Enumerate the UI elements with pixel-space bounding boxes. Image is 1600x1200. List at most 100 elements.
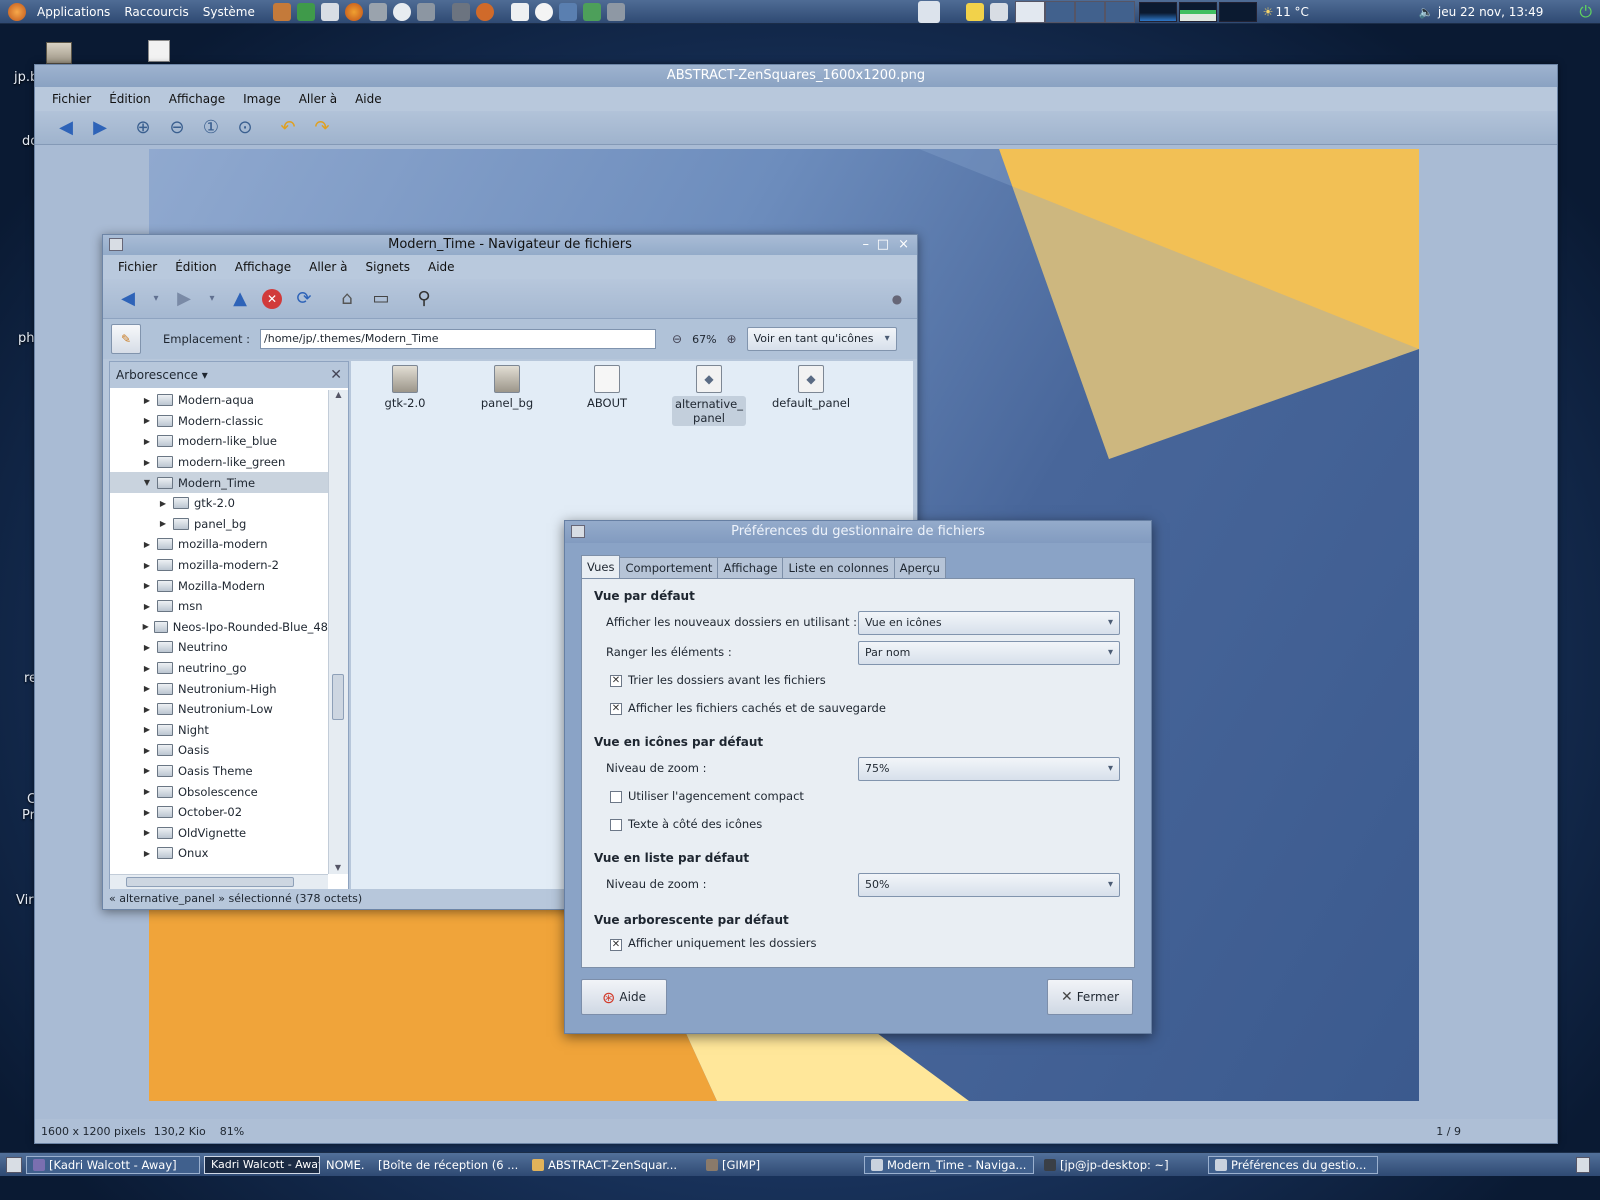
back-icon[interactable]: ◀: [116, 287, 140, 311]
zoom-fit-icon[interactable]: ⊙: [233, 116, 257, 140]
compact-layout-checkbox[interactable]: [610, 791, 622, 803]
file-item[interactable]: gtk-2.0: [365, 365, 445, 410]
tree-horizontal-scrollbar[interactable]: [110, 874, 328, 890]
expander-closed-icon[interactable]: ▶: [156, 499, 170, 508]
minimize-icon[interactable]: –: [863, 235, 870, 255]
zoom-in-icon[interactable]: ⊕: [727, 332, 737, 346]
menu-aide[interactable]: Aide: [419, 260, 464, 274]
expander-closed-icon[interactable]: ▶: [140, 416, 154, 425]
text-beside-icons-label[interactable]: Texte à côté des icônes: [628, 817, 762, 831]
expander-closed-icon[interactable]: ▶: [140, 437, 154, 446]
tree-row[interactable]: ▶ Oasis: [110, 740, 328, 761]
tree-vertical-scrollbar[interactable]: ▲ ▼: [328, 390, 348, 874]
tree-row[interactable]: ▶ modern-like_blue: [110, 431, 328, 452]
up-icon[interactable]: ▲: [228, 287, 252, 311]
zoom-normal-icon[interactable]: ①: [199, 116, 223, 140]
taskbar-item[interactable]: [jp@jp-desktop: ~]: [1038, 1156, 1204, 1174]
gimp-launcher-icon[interactable]: [272, 2, 291, 21]
close-icon[interactable]: ×: [898, 235, 909, 255]
tab-liste-colonnes[interactable]: Liste en colonnes: [782, 557, 895, 579]
tree-row[interactable]: ▶ Mozilla-Modern: [110, 575, 328, 596]
zoom-out-icon[interactable]: ⊖: [672, 332, 682, 346]
tree-row[interactable]: ▶ Onux: [110, 843, 328, 864]
folders-first-checkbox[interactable]: ✕: [610, 675, 622, 687]
taskbar-item[interactable]: [Boîte de réception (6 ...: [368, 1156, 522, 1174]
expander-closed-icon[interactable]: ▶: [140, 396, 154, 405]
applications-menu[interactable]: Applications: [30, 5, 117, 19]
expander-closed-icon[interactable]: ▶: [140, 828, 154, 837]
clock[interactable]: jeu 22 nov, 13:49: [1438, 5, 1543, 19]
menu-aller[interactable]: Aller à: [290, 92, 346, 106]
expander-closed-icon[interactable]: ▶: [140, 808, 154, 817]
list-zoom-select[interactable]: 50%: [858, 873, 1120, 897]
icon-zoom-select[interactable]: 75%: [858, 757, 1120, 781]
notes-applet-icon[interactable]: [965, 2, 984, 21]
menu-affichage[interactable]: Affichage: [226, 260, 300, 274]
media-launcher-icon[interactable]: [475, 2, 494, 21]
menu-edition[interactable]: Édition: [100, 92, 160, 106]
clipboard-applet-icon[interactable]: [989, 2, 1008, 21]
weather-launcher-icon[interactable]: [320, 2, 339, 21]
distro-logo-icon[interactable]: [8, 2, 26, 21]
tree-row[interactable]: ▶ mozilla-modern: [110, 534, 328, 555]
location-toggle-icon[interactable]: ✎: [111, 324, 141, 354]
show-desktop-icon[interactable]: [6, 1156, 22, 1173]
mail-launcher-icon[interactable]: [368, 2, 387, 21]
back-icon[interactable]: ◀: [54, 116, 78, 140]
expander-closed-icon[interactable]: ▶: [140, 458, 154, 467]
computer-icon[interactable]: ▭: [369, 287, 393, 311]
weather-temp[interactable]: 11 °C: [1275, 5, 1308, 19]
expander-closed-icon[interactable]: ▶: [140, 766, 154, 775]
tab-vues[interactable]: Vues: [581, 555, 621, 579]
menu-aller[interactable]: Aller à: [300, 260, 356, 274]
sort-order-select[interactable]: Par nom: [858, 641, 1120, 665]
cpu-monitor-graph[interactable]: [1138, 1, 1177, 22]
system-menu[interactable]: Système: [196, 5, 262, 19]
expander-closed-icon[interactable]: ▶: [140, 684, 154, 693]
back-history-icon[interactable]: ▾: [150, 287, 162, 311]
expander-closed-icon[interactable]: ▶: [140, 643, 154, 652]
speech-launcher-icon[interactable]: [534, 2, 553, 21]
expander-closed-icon[interactable]: ▶: [140, 787, 154, 796]
text-beside-icons-checkbox[interactable]: [610, 819, 622, 831]
monitor-launcher-icon[interactable]: [296, 2, 315, 21]
places-menu[interactable]: Raccourcis: [117, 5, 195, 19]
tree-row[interactable]: ▶ Neutronium-Low: [110, 699, 328, 720]
tree-row[interactable]: ▶ Obsolescence: [110, 781, 328, 802]
expander-closed-icon[interactable]: ▶: [140, 540, 154, 549]
sidebar-title[interactable]: Arborescence ▾: [116, 368, 208, 382]
tree-row[interactable]: ▶ Night: [110, 720, 328, 741]
expander-closed-icon[interactable]: ▶: [140, 725, 154, 734]
graph-applet-icon[interactable]: [917, 0, 940, 23]
editor-launcher-icon[interactable]: [510, 2, 529, 21]
forward-icon[interactable]: ▶: [172, 287, 196, 311]
expander-closed-icon[interactable]: ▶: [140, 581, 154, 590]
rotate-right-icon[interactable]: ↷: [310, 116, 334, 140]
expander-closed-icon[interactable]: ▶: [140, 746, 154, 755]
file-item[interactable]: ABOUT: [567, 365, 647, 410]
scroll-down-arrow[interactable]: ▼: [329, 863, 347, 872]
window-menu-icon[interactable]: [571, 525, 585, 538]
menu-image[interactable]: Image: [234, 92, 290, 106]
taskbar-item[interactable]: NOME...: [320, 1156, 364, 1174]
expander-closed-icon[interactable]: ▶: [156, 519, 170, 528]
rotate-left-icon[interactable]: ↶: [276, 116, 300, 140]
menu-signets[interactable]: Signets: [357, 260, 420, 274]
tree-row[interactable]: ▶ Modern-aqua: [110, 390, 328, 411]
home-icon[interactable]: ⌂: [335, 287, 359, 311]
dialog-title[interactable]: Préférences du gestionnaire de fichiers: [565, 521, 1151, 543]
forward-history-icon[interactable]: ▾: [206, 287, 218, 311]
file-item[interactable]: ◆ default_panel: [771, 365, 851, 410]
tree-row[interactable]: ▶ msn: [110, 596, 328, 617]
network-monitor-graph[interactable]: [1218, 1, 1257, 22]
window-title[interactable]: ABSTRACT-ZenSquares_1600x1200.png: [35, 65, 1557, 87]
tree-row[interactable]: ▶ modern-like_green: [110, 452, 328, 473]
tree-row[interactable]: ▶ Modern-classic: [110, 411, 328, 432]
new-folders-view-select[interactable]: Vue en icônes: [858, 611, 1120, 635]
forward-icon[interactable]: ▶: [88, 116, 112, 140]
close-button[interactable]: ✕ Fermer: [1047, 979, 1133, 1015]
help-button[interactable]: ⊛ Aide: [581, 979, 667, 1015]
tree-row[interactable]: ▶ Neutronium-High: [110, 678, 328, 699]
tree-row[interactable]: ▶ OldVignette: [110, 822, 328, 843]
show-hidden-checkbox[interactable]: ✕: [610, 703, 622, 715]
